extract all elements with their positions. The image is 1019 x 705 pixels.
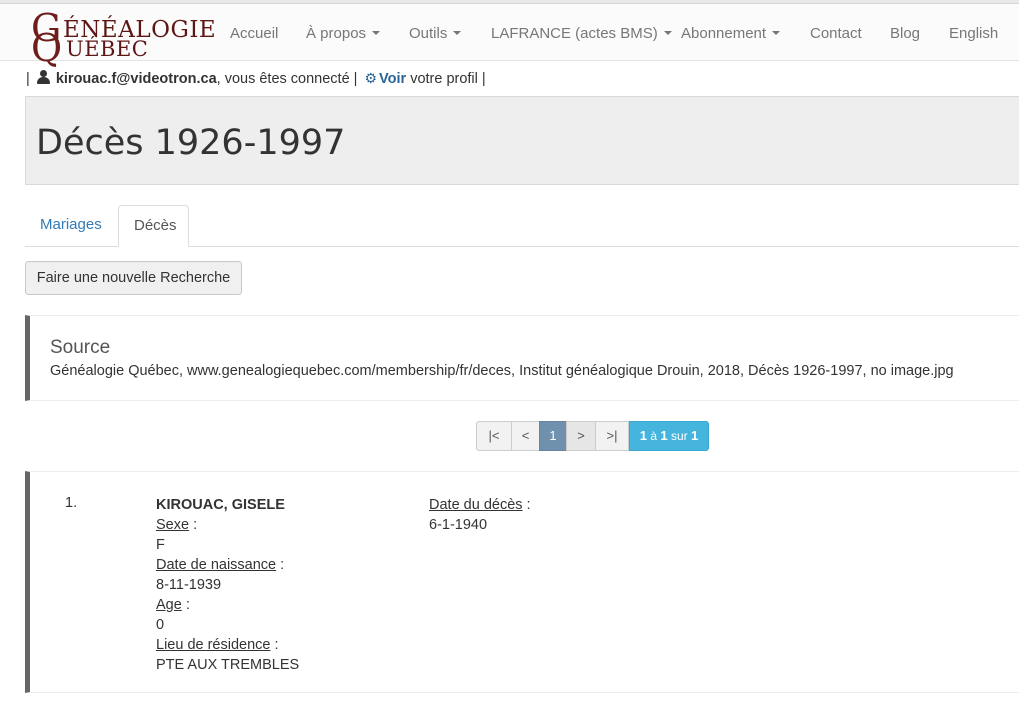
info-to: 1	[660, 428, 668, 443]
tab-bar: Mariages Décès	[25, 205, 1019, 247]
residence-value: PTE AUX TREMBLES	[156, 657, 300, 673]
colon: :	[276, 557, 285, 573]
page-prev-button[interactable]: <	[511, 421, 540, 451]
death-value: 6-1-1940	[429, 517, 488, 533]
info-mid: à	[647, 429, 661, 443]
death-row: Date du décès :	[429, 495, 531, 515]
page-last-button[interactable]: >|	[595, 421, 629, 451]
birth-row: Date de naissance :	[156, 555, 299, 575]
navbar: G ÉNÉALOGIE Q UÉBEC Accueil À propos Out…	[0, 4, 1019, 70]
nav-english[interactable]: English	[949, 25, 998, 42]
gear-icon: ⚙	[364, 70, 378, 86]
logo-initial-q: Q	[31, 26, 63, 70]
caret-down-icon	[663, 31, 672, 36]
sex-label: Sexe	[156, 517, 190, 533]
info-from: 1	[639, 428, 648, 443]
site-logo[interactable]: G ÉNÉALOGIE Q UÉBEC	[30, 6, 216, 70]
nav-label: Contact	[810, 25, 862, 42]
connected-text: , vous êtes connecté |	[216, 71, 358, 87]
record-death: Date du décès : 6-1-1940	[429, 495, 531, 535]
nav-a-propos[interactable]: À propos	[306, 25, 381, 42]
page-current[interactable]: 1	[539, 421, 567, 451]
age-label: Age	[156, 597, 182, 613]
sex-row: Sexe :	[156, 515, 299, 535]
nav-abonnement[interactable]: Abonnement	[681, 25, 781, 42]
nav-contact[interactable]: Contact	[810, 25, 862, 42]
page-title: Décès 1926-1997	[36, 123, 346, 163]
age-row: Age :	[156, 595, 299, 615]
record-number: 1.	[65, 495, 78, 511]
profile-text: votre profil |	[410, 71, 486, 87]
user-status-bar: | kirouac.f@videotron.ca, vous êtes conn…	[26, 70, 486, 87]
nav-label: À propos	[306, 25, 367, 42]
logo-word-quebec: UÉBEC	[66, 37, 149, 61]
user-icon	[36, 70, 50, 84]
age-value: 0	[156, 617, 165, 633]
nav-accueil[interactable]: Accueil	[230, 25, 278, 42]
residence-label: Lieu de résidence	[156, 637, 271, 653]
result-record: 1. KIROUAC, GISELE Sexe : F Date de nais…	[25, 471, 1019, 693]
sex-value: F	[156, 537, 165, 553]
record-name: KIROUAC, GISELE	[156, 497, 285, 513]
nav-outils[interactable]: Outils	[409, 25, 462, 42]
birth-label: Date de naissance	[156, 557, 277, 573]
nav-label: Outils	[409, 25, 448, 42]
tab-deces[interactable]: Décès	[118, 205, 189, 247]
colon: :	[522, 497, 531, 513]
user-email: kirouac.f@videotron.ca	[55, 71, 217, 87]
page-first-button[interactable]: |<	[476, 421, 512, 451]
page-header: Décès 1926-1997	[25, 96, 1019, 185]
caret-down-icon	[772, 31, 781, 36]
record-details: KIROUAC, GISELE Sexe : F Date de naissan…	[156, 495, 299, 675]
page-next-button[interactable]: >	[566, 421, 596, 451]
source-heading: Source	[50, 337, 111, 358]
nav-label: Accueil	[230, 25, 279, 42]
colon: :	[189, 517, 198, 533]
info-sur: sur	[667, 429, 691, 443]
view-profile-link[interactable]: Voir	[379, 71, 406, 87]
colon: :	[270, 637, 279, 653]
birth-value: 8-11-1939	[156, 577, 222, 593]
separator: |	[26, 71, 30, 87]
page-info: 1 à 1 sur 1	[629, 421, 709, 451]
caret-down-icon	[453, 31, 462, 36]
tab-mariages[interactable]: Mariages	[25, 205, 117, 247]
nav-label: LAFRANCE (actes BMS)	[491, 25, 658, 42]
residence-row: Lieu de résidence :	[156, 635, 299, 655]
nav-label: Abonnement	[681, 25, 767, 42]
info-total: 1	[690, 428, 699, 443]
death-label: Date du décès	[429, 497, 523, 513]
nav-label: English	[949, 25, 999, 42]
nav-blog[interactable]: Blog	[890, 25, 920, 42]
caret-down-icon	[372, 31, 381, 36]
nav-lafrance[interactable]: LAFRANCE (actes BMS)	[491, 25, 672, 42]
new-search-button[interactable]: Faire une nouvelle Recherche	[25, 261, 242, 295]
nav-label: Blog	[890, 25, 921, 42]
source-panel: Source Généalogie Québec, www.genealogie…	[25, 315, 1019, 401]
colon: :	[181, 597, 190, 613]
source-text: Généalogie Québec, www.genealogiequebec.…	[50, 363, 954, 379]
